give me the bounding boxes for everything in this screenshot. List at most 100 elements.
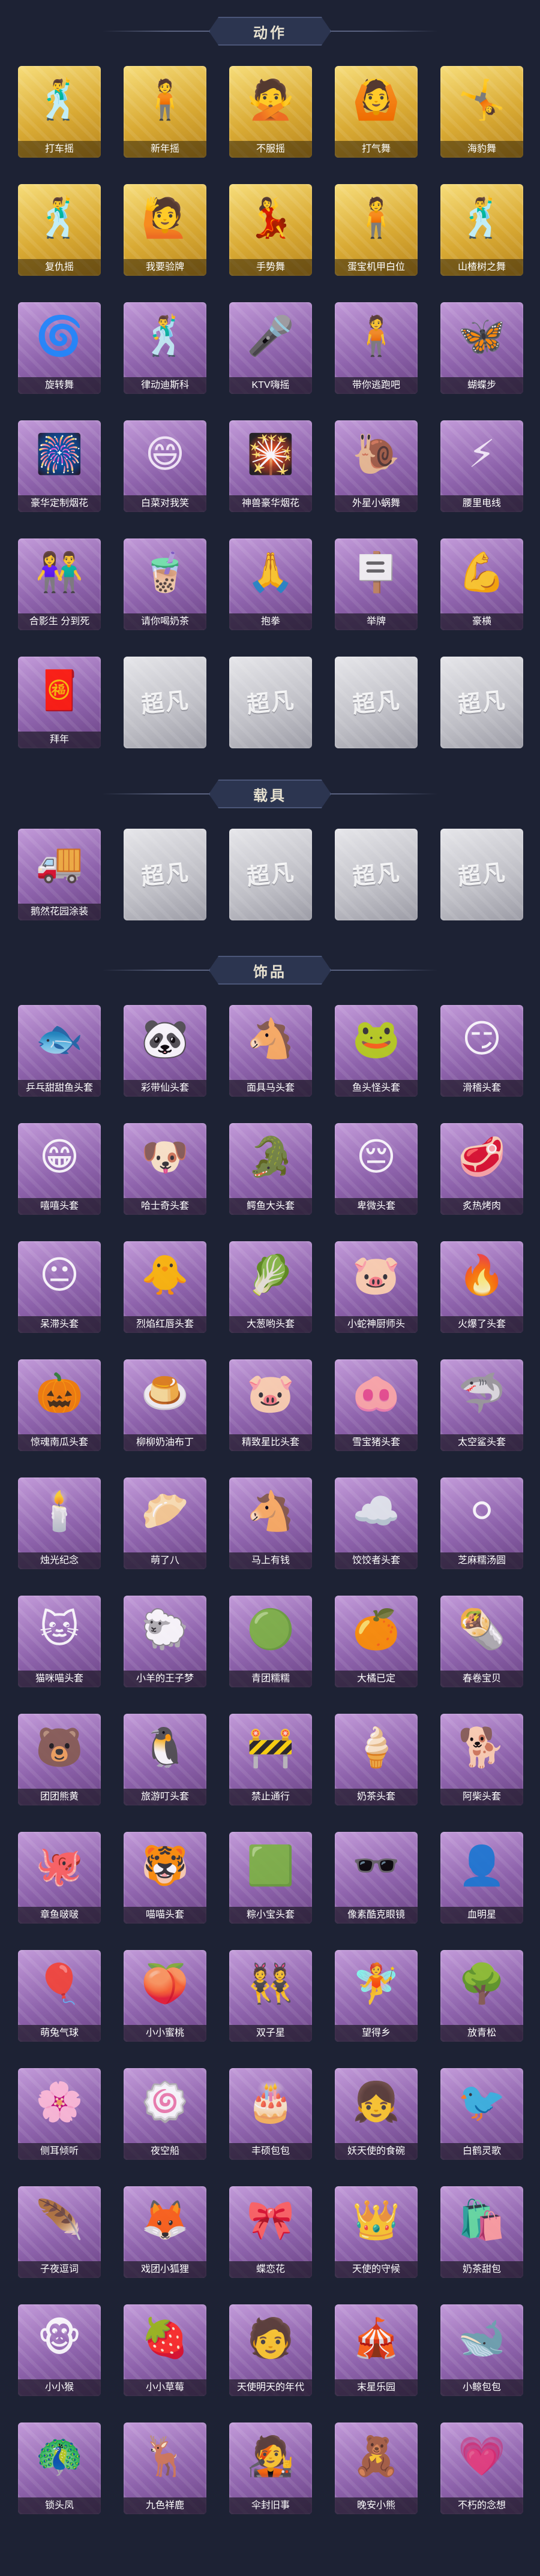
accessories-item-card[interactable]: 🟢 青团糯糯	[229, 1596, 312, 1687]
accessories-item-card[interactable]: 🌸 侧耳倾听	[18, 2068, 101, 2160]
actions-item-card[interactable]: 🕺 打车摇	[18, 66, 101, 158]
accessories-item-card[interactable]: 🕯️ 烛光纪念	[18, 1477, 101, 1569]
accessories-item-card[interactable]: 🐽 雪宝猪头套	[335, 1359, 418, 1451]
actions-item-card[interactable]: 🎤 KTV嗨摇	[229, 302, 312, 394]
accessories-item-card[interactable]: 🐑 小羊的王子梦	[124, 1596, 206, 1687]
actions-item-card[interactable]: 超凡	[440, 657, 523, 748]
accessories-item-card[interactable]: 🦈 太空鲨头套	[440, 1359, 523, 1451]
actions-item-card[interactable]: 👫 合影生 分到死	[18, 538, 101, 630]
actions-item-card[interactable]: 超凡	[124, 657, 206, 748]
accessories-item-card[interactable]: 🎃 惊魂南瓜头套	[18, 1359, 101, 1451]
accessories-item-card[interactable]: 🐷 小蛇神厨师头	[335, 1241, 418, 1333]
actions-item-card[interactable]: 🦋 蝴蝶步	[440, 302, 523, 394]
actions-item-card[interactable]: 🐌 外星小蜗舞	[335, 420, 418, 512]
accessories-item-card[interactable]: 🐦 白鹤灵歌	[440, 2068, 523, 2160]
actions-item-card[interactable]: 🧧 拜年	[18, 657, 101, 748]
accessories-item-card[interactable]: 🎈 萌兔气球	[18, 1950, 101, 2042]
accessories-item-card[interactable]: 🍊 大橘已定	[335, 1596, 418, 1687]
accessories-item-card[interactable]: 🐋 小鲸包包	[440, 2304, 523, 2396]
accessories-item-card[interactable]: 🐟 乒乓甜甜鱼头套	[18, 1005, 101, 1097]
accessories-item-card[interactable]: 😏 滑稽头套	[440, 1005, 523, 1097]
accessories-item-card[interactable]: 🎪 末星乐园	[335, 2304, 418, 2396]
accessories-item-card[interactable]: 🌳 放青松	[440, 1950, 523, 2042]
vehicles-item-card[interactable]: 🚚 鹅然花园涂装	[18, 829, 101, 920]
accessories-item-card[interactable]: 🍦 奶茶头套	[335, 1714, 418, 1805]
actions-item-card[interactable]: 🙏 抱拳	[229, 538, 312, 630]
actions-item-card[interactable]: ⚡ 腰里电线	[440, 420, 523, 512]
actions-item-card[interactable]: 💃 手势舞	[229, 184, 312, 276]
actions-item-card[interactable]: 🕺 律动迪斯科	[124, 302, 206, 394]
vehicles-item-card[interactable]: 超凡	[335, 829, 418, 920]
accessories-item-card[interactable]: 🦚 锁头凤	[18, 2422, 101, 2514]
accessories-item-card[interactable]: 🟩 粽小宝头套	[229, 1832, 312, 1924]
actions-item-card[interactable]: 🧍 蛋宝机甲白位	[335, 184, 418, 276]
accessories-item-card[interactable]: 🧑 天使明天的年代	[229, 2304, 312, 2396]
actions-item-card[interactable]: 🕺 复仇摇	[18, 184, 101, 276]
actions-item-card[interactable]: 🧋 请你喝奶茶	[124, 538, 206, 630]
actions-item-card[interactable]: 😄 白菜对我笑	[124, 420, 206, 512]
accessories-item-card[interactable]: 🐕 阿柴头套	[440, 1714, 523, 1805]
accessories-item-card[interactable]: 🔥 火爆了头套	[440, 1241, 523, 1333]
accessories-item-card[interactable]: 🐵 小小猴	[18, 2304, 101, 2396]
accessories-item-card[interactable]: 🐴 面具马头套	[229, 1005, 312, 1097]
accessories-item-card[interactable]: 🍑 小小蜜桃	[124, 1950, 206, 2042]
actions-item-card[interactable]: 🧍 带你逃跑吧	[335, 302, 418, 394]
accessories-item-card[interactable]: 🍓 小小草莓	[124, 2304, 206, 2396]
actions-item-card[interactable]: 🤸 海豹舞	[440, 66, 523, 158]
accessories-item-card[interactable]: 🍮 柳柳奶油布丁	[124, 1359, 206, 1451]
accessories-item-card[interactable]: 🍥 夜空船	[124, 2068, 206, 2160]
actions-item-card[interactable]: 💪 豪横	[440, 538, 523, 630]
accessories-item-card[interactable]: 🎂 丰硕包包	[229, 2068, 312, 2160]
accessories-item-card[interactable]: 💗 不朽的念想	[440, 2422, 523, 2514]
accessories-item-card[interactable]: 🐧 旅游叮头套	[124, 1714, 206, 1805]
actions-item-card[interactable]: 超凡	[335, 657, 418, 748]
actions-item-card[interactable]: 超凡	[229, 657, 312, 748]
actions-item-card[interactable]: 🧍 新年摇	[124, 66, 206, 158]
accessories-item-card[interactable]: 🐴 马上有钱	[229, 1477, 312, 1569]
accessories-item-card[interactable]: 🐯 喵喵头套	[124, 1832, 206, 1924]
accessories-item-card[interactable]: 🧑‍🎤 伞封旧事	[229, 2422, 312, 2514]
accessories-item-card[interactable]: 🐻 团团熊黄	[18, 1714, 101, 1805]
actions-item-card[interactable]: 🕺 山楂树之舞	[440, 184, 523, 276]
accessories-item-card[interactable]: 🐥 烈焰红唇头套	[124, 1241, 206, 1333]
accessories-item-card[interactable]: 🐙 章鱼啵啵	[18, 1832, 101, 1924]
accessories-item-card[interactable]: 👧 妖天使的食碗	[335, 2068, 418, 2160]
accessories-item-card[interactable]: 🐷 精致星比头套	[229, 1359, 312, 1451]
vehicles-item-card[interactable]: 超凡	[124, 829, 206, 920]
accessories-item-card[interactable]: ⚪ 芝麻糯汤圆	[440, 1477, 523, 1569]
accessories-item-card[interactable]: 😐 呆滞头套	[18, 1241, 101, 1333]
accessories-item-card[interactable]: 🕶️ 像素酷克眼镜	[335, 1832, 418, 1924]
actions-item-card[interactable]: 🪧 举牌	[335, 538, 418, 630]
accessories-item-card[interactable]: 🐶 哈士奇头套	[124, 1123, 206, 1215]
accessories-item-card[interactable]: 👤 血明星	[440, 1832, 523, 1924]
accessories-item-card[interactable]: 🥟 萌了八	[124, 1477, 206, 1569]
accessories-item-card[interactable]: 🐼 彩带仙头套	[124, 1005, 206, 1097]
accessories-item-card[interactable]: 🐱 猫咪喵头套	[18, 1596, 101, 1687]
accessories-item-card[interactable]: 🚧 禁止通行	[229, 1714, 312, 1805]
accessories-item-card[interactable]: 🦌 九色祥鹿	[124, 2422, 206, 2514]
accessories-item-card[interactable]: 😔 卑微头套	[335, 1123, 418, 1215]
accessories-item-card[interactable]: ☁️ 饺饺者头套	[335, 1477, 418, 1569]
actions-item-card[interactable]: 🌀 旋转舞	[18, 302, 101, 394]
accessories-item-card[interactable]: 🛍️ 奶茶甜包	[440, 2186, 523, 2278]
accessories-item-card[interactable]: 🌯 春卷宝贝	[440, 1596, 523, 1687]
accessories-item-card[interactable]: 🪶 子夜逗词	[18, 2186, 101, 2278]
accessories-item-card[interactable]: 🧸 晚安小熊	[335, 2422, 418, 2514]
accessories-item-card[interactable]: 😁 嘻嘻头套	[18, 1123, 101, 1215]
accessories-item-card[interactable]: 👯 双子星	[229, 1950, 312, 2042]
accessories-item-card[interactable]: 🥩 炙热烤肉	[440, 1123, 523, 1215]
accessories-item-card[interactable]: 👑 天使的守候	[335, 2186, 418, 2278]
actions-item-card[interactable]: 🙅 不服摇	[229, 66, 312, 158]
actions-item-card[interactable]: 🙆 打气舞	[335, 66, 418, 158]
actions-item-card[interactable]: 🎆 豪华定制烟花	[18, 420, 101, 512]
accessories-item-card[interactable]: 🦊 戏团小狐狸	[124, 2186, 206, 2278]
vehicles-item-card[interactable]: 超凡	[229, 829, 312, 920]
accessories-item-card[interactable]: 🥬 大葱哟头套	[229, 1241, 312, 1333]
vehicles-item-card[interactable]: 超凡	[440, 829, 523, 920]
accessories-item-card[interactable]: 🧚 望得乡	[335, 1950, 418, 2042]
accessories-item-card[interactable]: 🐊 鳄鱼大头套	[229, 1123, 312, 1215]
actions-item-card[interactable]: 🙋 我要验牌	[124, 184, 206, 276]
accessories-item-card[interactable]: 🐸 鱼头怪头套	[335, 1005, 418, 1097]
actions-item-card[interactable]: 🎇 神兽豪华烟花	[229, 420, 312, 512]
accessories-item-card[interactable]: 🎀 蝶恋花	[229, 2186, 312, 2278]
